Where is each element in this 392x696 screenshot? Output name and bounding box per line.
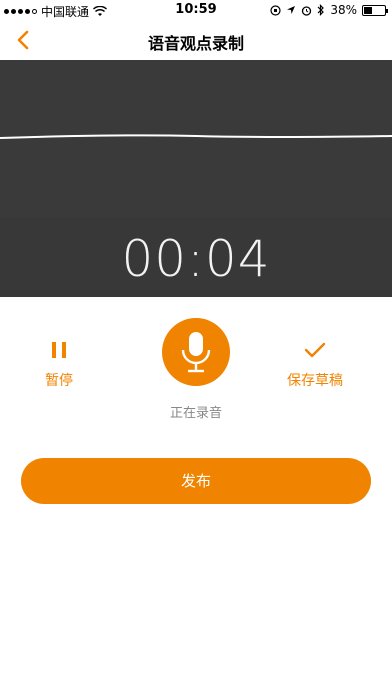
pause-icon [52, 342, 66, 358]
alarm-icon [302, 5, 312, 16]
pause-label: 暂停 [45, 373, 73, 389]
orientation-lock-icon [270, 4, 281, 16]
pause-button[interactable]: 暂停 [28, 340, 90, 390]
nav-bar: 语音观点录制 [0, 20, 392, 60]
microphone-icon [181, 332, 211, 373]
recorder-panel: 00:04 [0, 60, 392, 297]
record-button[interactable] [162, 318, 230, 386]
publish-button[interactable]: 发布 [21, 458, 371, 504]
save-draft-label: 保存草稿 [287, 373, 343, 389]
status-bar: 中国联通 10:59 38% [0, 0, 392, 20]
waveform [0, 134, 392, 139]
status-right: 38% [270, 3, 388, 17]
recording-status: 正在录音 [169, 406, 222, 421]
battery-icon [362, 4, 388, 16]
checkmark-icon [304, 342, 326, 358]
page-title: 语音观点录制 [147, 34, 244, 53]
bluetooth-icon [317, 4, 325, 16]
location-icon [287, 6, 296, 14]
save-draft-button[interactable]: 保存草稿 [280, 340, 350, 390]
recording-timer: 00:04 [121, 230, 271, 288]
battery-percent: 38% [330, 3, 357, 17]
